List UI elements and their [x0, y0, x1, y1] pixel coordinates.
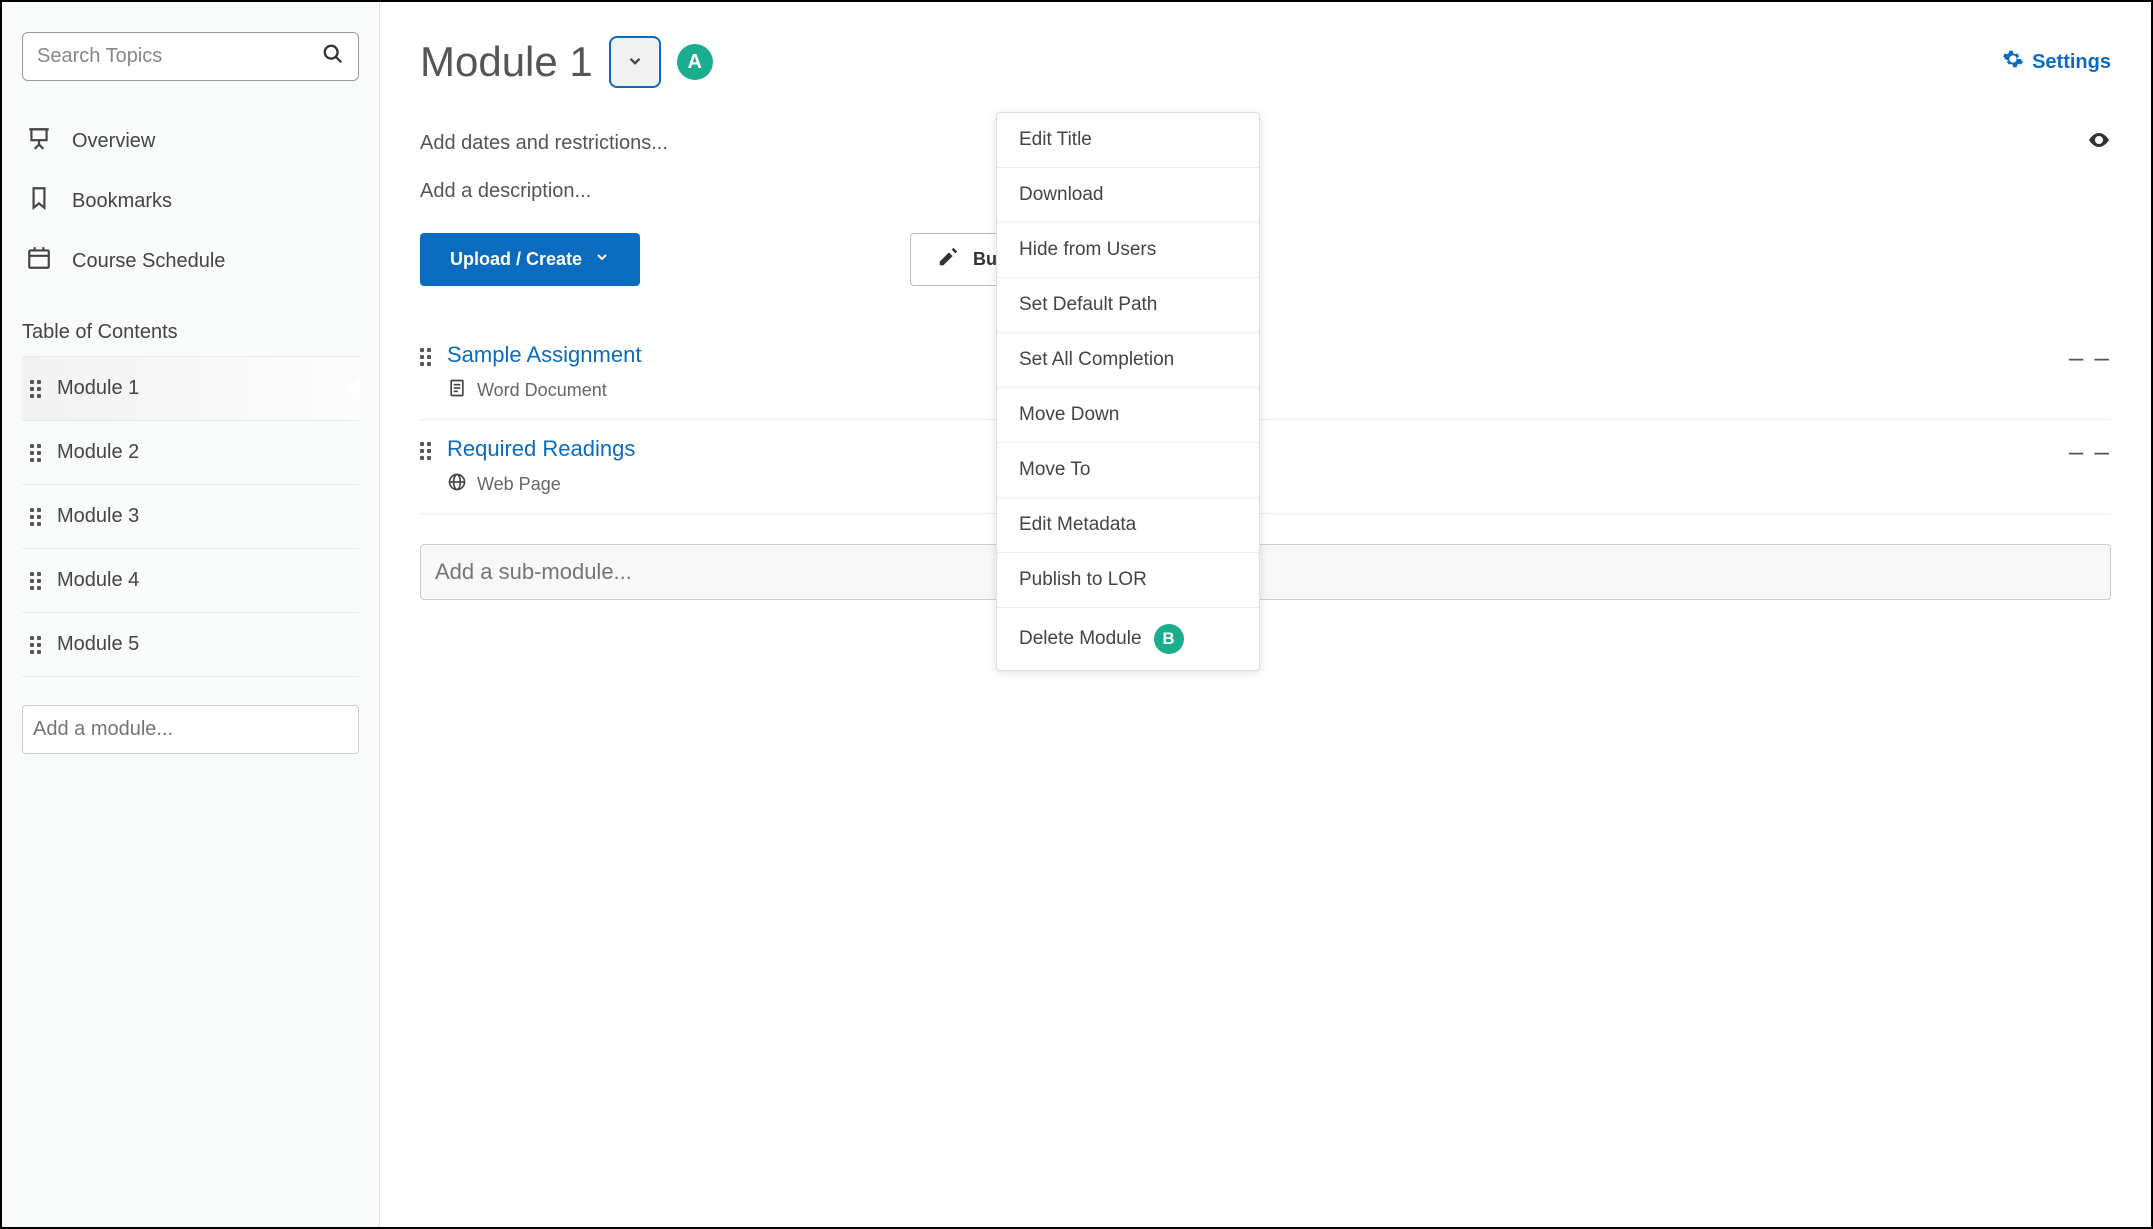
title-wrap: Module 1 A: [420, 36, 713, 88]
menu-label: Download: [1019, 184, 1104, 206]
chevron-down-icon: [594, 249, 610, 270]
module-list: Module 1 Module 2 Module 3 Module 4 Modu…: [22, 356, 359, 677]
annotation-badge-a: A: [677, 44, 713, 80]
module-label: Module 1: [57, 377, 139, 400]
add-module-input[interactable]: [22, 705, 359, 754]
sidebar-item-module-2[interactable]: Module 2: [22, 421, 359, 485]
module-label: Module 4: [57, 569, 139, 592]
menu-set-default-path[interactable]: Set Default Path: [997, 278, 1259, 333]
visibility-icon[interactable]: [2087, 128, 2111, 158]
module-label: Module 3: [57, 505, 139, 528]
menu-move-down[interactable]: Move Down: [997, 388, 1259, 443]
presentation-icon: [26, 125, 52, 157]
sidebar-item-module-1[interactable]: Module 1: [22, 357, 359, 421]
menu-label: Publish to LOR: [1019, 569, 1147, 591]
app-frame: Overview Bookmarks Course Schedule Table…: [0, 0, 2153, 1229]
nav-label: Course Schedule: [72, 250, 225, 273]
upload-create-button[interactable]: Upload / Create: [420, 233, 640, 286]
pencil-icon: [937, 246, 959, 273]
search-input[interactable]: [37, 45, 322, 68]
module-label: Module 2: [57, 441, 139, 464]
document-icon: [447, 378, 467, 403]
drag-handle-icon[interactable]: [30, 572, 41, 590]
sidebar-item-module-5[interactable]: Module 5: [22, 613, 359, 677]
content-body: Sample Assignment Word Document: [447, 342, 641, 403]
drag-handle-icon[interactable]: [30, 636, 41, 654]
menu-label: Set All Completion: [1019, 349, 1174, 371]
menu-publish-to-lor[interactable]: Publish to LOR: [997, 553, 1259, 608]
nav-label: Overview: [72, 130, 155, 153]
menu-label: Hide from Users: [1019, 239, 1156, 261]
header-row: Module 1 A Settings: [420, 36, 2111, 88]
nav-label: Bookmarks: [72, 190, 172, 213]
item-actions[interactable]: – –: [2069, 436, 2111, 467]
module-actions-toggle[interactable]: [609, 36, 661, 88]
search-icon: [322, 43, 344, 70]
nav-course-schedule[interactable]: Course Schedule: [22, 231, 359, 291]
action-row: Upload / Create Bulk Edit: [420, 233, 2111, 286]
page-title: Module 1: [420, 38, 593, 86]
restrictions-row: Add dates and restrictions...: [420, 128, 2111, 158]
settings-label: Settings: [2032, 51, 2111, 74]
restrictions-link[interactable]: Add dates and restrictions...: [420, 132, 668, 155]
content-meta: Word Document: [447, 378, 641, 403]
module-label: Module 5: [57, 633, 139, 656]
menu-label: Move To: [1019, 459, 1090, 481]
drag-handle-icon[interactable]: [420, 348, 431, 366]
menu-edit-title[interactable]: Edit Title: [997, 113, 1259, 168]
module-actions-menu: Edit Title Download Hide from Users Set …: [996, 112, 1260, 671]
menu-edit-metadata[interactable]: Edit Metadata: [997, 498, 1259, 553]
menu-label: Edit Metadata: [1019, 514, 1136, 536]
menu-label: Edit Title: [1019, 129, 1092, 151]
menu-label: Set Default Path: [1019, 294, 1157, 316]
content-body: Required Readings Web Page: [447, 436, 635, 497]
menu-download[interactable]: Download: [997, 168, 1259, 223]
annotation-badge-b: B: [1154, 624, 1184, 654]
item-actions[interactable]: – –: [2069, 342, 2111, 373]
nav-overview[interactable]: Overview: [22, 111, 359, 171]
bookmark-icon: [26, 185, 52, 217]
menu-move-to[interactable]: Move To: [997, 443, 1259, 498]
sidebar-item-module-4[interactable]: Module 4: [22, 549, 359, 613]
content-title-link[interactable]: Sample Assignment: [447, 342, 641, 368]
description-link[interactable]: Add a description...: [420, 180, 2111, 203]
search-wrap[interactable]: [22, 32, 359, 81]
menu-set-all-completion[interactable]: Set All Completion: [997, 333, 1259, 388]
sidebar-item-module-3[interactable]: Module 3: [22, 485, 359, 549]
menu-delete-module[interactable]: Delete Module B: [997, 608, 1259, 670]
button-label: Upload / Create: [450, 249, 582, 270]
settings-link[interactable]: Settings: [2002, 48, 2111, 76]
sidebar: Overview Bookmarks Course Schedule Table…: [2, 2, 380, 1227]
content-item: Required Readings Web Page – –: [420, 420, 2111, 514]
drag-handle-icon[interactable]: [30, 508, 41, 526]
menu-label: Delete Module: [1019, 628, 1142, 650]
nav-bookmarks[interactable]: Bookmarks: [22, 171, 359, 231]
content-type-label: Word Document: [477, 380, 607, 401]
content-item: Sample Assignment Word Document – –: [420, 326, 2111, 420]
gear-icon: [2002, 48, 2024, 76]
menu-hide-from-users[interactable]: Hide from Users: [997, 223, 1259, 278]
drag-handle-icon[interactable]: [30, 444, 41, 462]
drag-handle-icon[interactable]: [420, 442, 431, 460]
content-meta: Web Page: [447, 472, 635, 497]
globe-icon: [447, 472, 467, 497]
menu-label: Move Down: [1019, 404, 1119, 426]
add-submodule-input[interactable]: [420, 544, 2111, 600]
toc-heading: Table of Contents: [22, 321, 359, 344]
calendar-icon: [26, 245, 52, 277]
chevron-down-icon: [626, 52, 644, 73]
main-content: Module 1 A Settings Add dates and restri…: [380, 2, 2151, 1227]
content-title-link[interactable]: Required Readings: [447, 436, 635, 462]
drag-handle-icon[interactable]: [30, 380, 41, 398]
content-type-label: Web Page: [477, 474, 561, 495]
